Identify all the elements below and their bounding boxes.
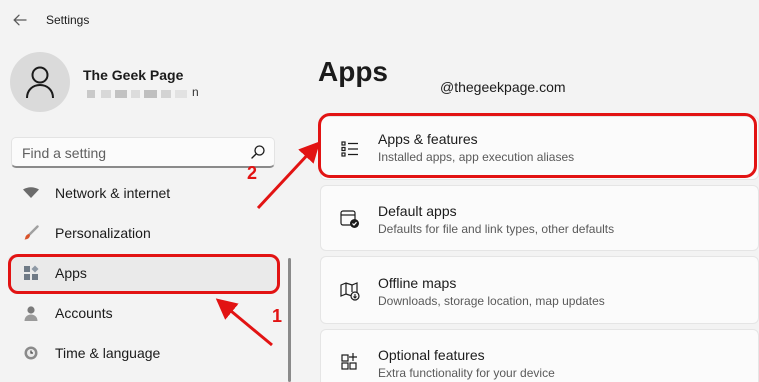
callout-step-1: 1 [272,306,283,326]
arrow-step-2 [256,141,321,210]
annotation-arrows [215,141,321,347]
callout-step-2: 2 [247,163,258,183]
arrow-step-1 [215,298,273,347]
